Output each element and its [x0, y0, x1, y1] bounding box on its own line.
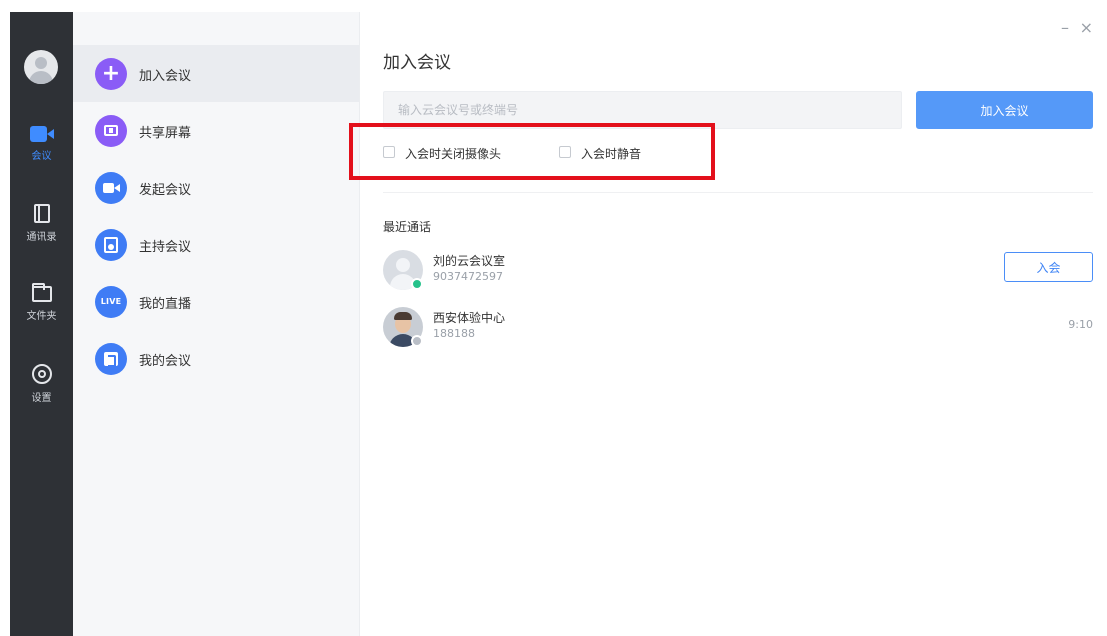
- menu-item-label: 主持会议: [139, 240, 192, 255]
- video-camera-icon: [29, 126, 54, 142]
- menu-item-label: 我的直播: [139, 297, 192, 312]
- call-name: 西安体验中心: [433, 311, 506, 325]
- left-rail: 会议 通讯录 文件夹 设置: [10, 12, 73, 636]
- menu-item-label: 加入会议: [139, 69, 192, 84]
- menu-item-my-live[interactable]: LIVE 我的直播: [73, 273, 359, 330]
- device-status-icon: [411, 335, 423, 347]
- rail-item-label: 文件夹: [26, 311, 57, 322]
- host-icon: [95, 229, 127, 261]
- call-number: 9037472597: [433, 270, 503, 283]
- app-window: 会议 通讯录 文件夹 设置 + 加入会议 共享屏幕 发起会议 主持会议 LIVE…: [0, 0, 1107, 636]
- function-menu: + 加入会议 共享屏幕 发起会议 主持会议 LIVE 我的直播 我的会议: [73, 12, 360, 636]
- gear-icon: [31, 364, 52, 384]
- calendar-icon: [95, 343, 127, 375]
- rail-item-settings[interactable]: 设置: [10, 364, 73, 418]
- call-name: 刘的云会议室: [433, 254, 506, 268]
- rail-item-label: 设置: [31, 393, 52, 404]
- menu-item-join-meeting[interactable]: + 加入会议: [73, 45, 359, 102]
- minimize-icon[interactable]: –: [1061, 18, 1069, 37]
- rail-item-contacts[interactable]: 通讯录: [10, 204, 73, 258]
- rail-item-label: 通讯录: [26, 232, 57, 243]
- divider: [383, 192, 1093, 193]
- menu-item-host-meeting[interactable]: 主持会议: [73, 216, 359, 273]
- rail-item-meetings[interactable]: 会议: [10, 124, 73, 178]
- menu-item-my-meetings[interactable]: 我的会议: [73, 330, 359, 387]
- menu-item-share-screen[interactable]: 共享屏幕: [73, 102, 359, 159]
- menu-item-label: 共享屏幕: [139, 126, 192, 141]
- live-icon: LIVE: [95, 286, 127, 318]
- avatar-body-icon: [29, 71, 53, 84]
- rail-item-label: 会议: [31, 151, 52, 162]
- rail-item-folder[interactable]: 文件夹: [10, 283, 73, 338]
- call-number: 188188: [433, 327, 475, 340]
- highlight-box: [349, 123, 715, 180]
- room-status-icon: [411, 278, 423, 290]
- join-meeting-panel: – × 加入会议 加入会议 入会时关闭摄像头 入会时静音 最近通话 刘的云会议室…: [349, 12, 1107, 636]
- join-meeting-button[interactable]: 加入会议: [916, 91, 1093, 129]
- plus-icon: +: [95, 58, 127, 90]
- rejoin-button[interactable]: 入会: [1004, 252, 1093, 282]
- menu-item-label: 发起会议: [139, 183, 192, 198]
- share-screen-icon: [95, 115, 127, 147]
- avatar-head-icon: [35, 57, 47, 69]
- recent-call-row[interactable]: 西安体验中心 188188 9:10: [383, 307, 1093, 351]
- video-camera-icon: [95, 172, 127, 204]
- user-avatar[interactable]: [24, 50, 58, 84]
- recent-calls-title: 最近通话: [383, 220, 432, 234]
- menu-item-start-meeting[interactable]: 发起会议: [73, 159, 359, 216]
- call-time: 9:10: [1068, 318, 1093, 331]
- menu-item-label: 我的会议: [139, 354, 192, 369]
- contacts-book-icon: [33, 204, 50, 223]
- recent-call-row[interactable]: 刘的云会议室 9037472597 入会: [383, 250, 1093, 294]
- page-title: 加入会议: [383, 53, 451, 73]
- close-icon[interactable]: ×: [1080, 18, 1093, 37]
- folder-icon: [31, 283, 52, 302]
